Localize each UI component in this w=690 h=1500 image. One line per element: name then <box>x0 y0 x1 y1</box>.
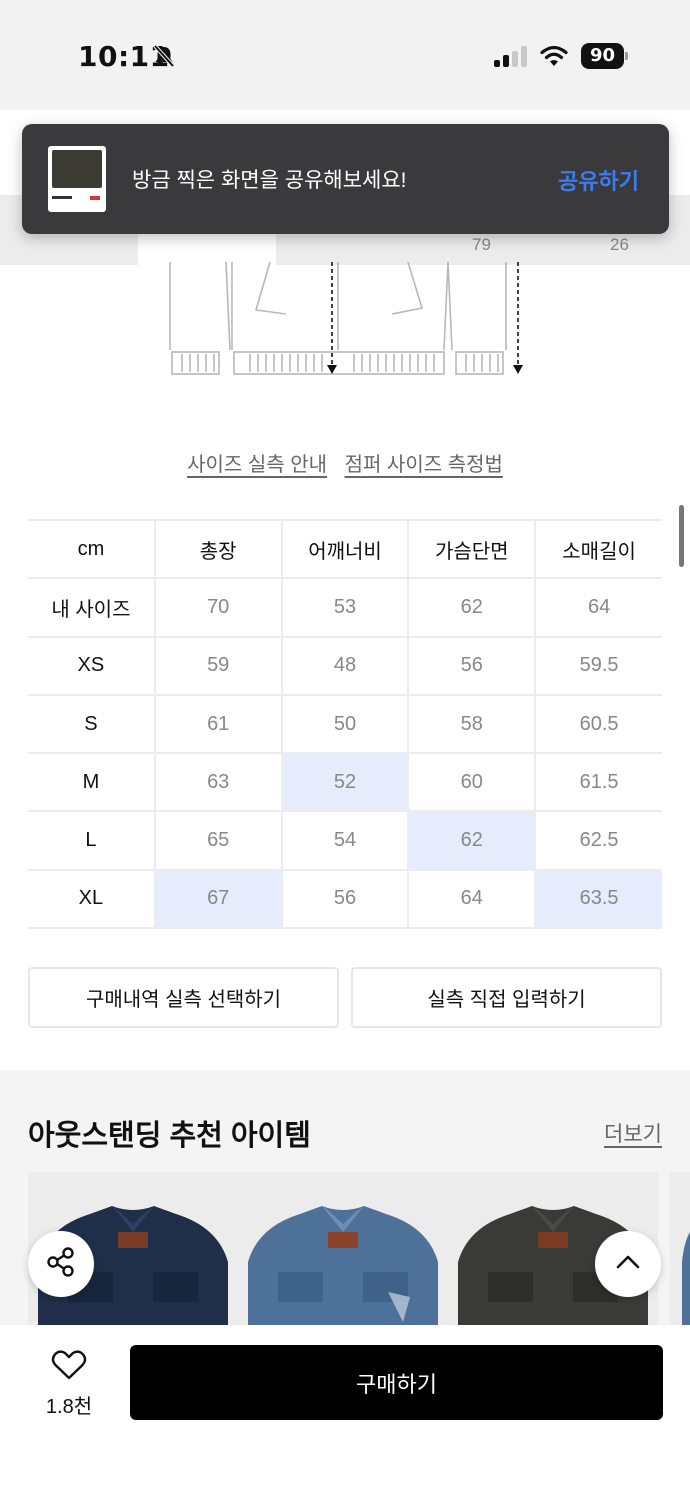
screenshot-share-toast: 방금 찍은 화면을 공유해보세요! 공유하기 <box>22 124 669 234</box>
size-table-header-row: cm 총장 어깨너비 가슴단면 소매길이 <box>28 518 662 580</box>
product-card[interactable] <box>238 1172 448 1332</box>
purchase-history-measure-button[interactable]: 구매내역 실측 선택하기 <box>28 967 339 1028</box>
size-row-label: 내 사이즈 <box>28 577 155 638</box>
product-image <box>670 1172 690 1332</box>
heart-icon <box>51 1350 87 1385</box>
size-row-label: M <box>28 752 155 813</box>
size-cell: 61 <box>153 693 282 755</box>
chevron-up-icon <box>614 1252 642 1277</box>
manual-measure-input-button[interactable]: 실측 직접 입력하기 <box>351 967 662 1028</box>
size-guide-links: 사이즈 실측 안내 점퍼 사이즈 측정법 <box>0 448 690 477</box>
size-table-header: 총장 <box>153 518 282 580</box>
size-cell: 64 <box>407 868 536 930</box>
size-table-header: 어깨너비 <box>280 518 409 580</box>
size-cell: 61.5 <box>534 752 662 813</box>
share-icon <box>44 1245 78 1284</box>
product-card[interactable] <box>670 1172 690 1332</box>
jacket-measure-diagram <box>160 261 540 387</box>
size-table-header: 가슴단면 <box>407 518 536 580</box>
status-bar: 10:11 90 <box>0 0 690 110</box>
like-button[interactable]: 1.8천 <box>36 1349 102 1419</box>
tab-strip-value: 79 <box>472 235 491 254</box>
size-cell: 60.5 <box>534 693 662 755</box>
size-cell: 59.5 <box>534 635 662 696</box>
size-cell: 62 <box>407 577 536 638</box>
size-table-row: XS 59 48 56 59.5 <box>28 635 662 696</box>
size-row-label: XS <box>28 635 155 696</box>
size-table-row: S 61 50 58 60.5 <box>28 693 662 755</box>
size-cell: 53 <box>280 577 409 638</box>
size-cell: 56 <box>280 868 409 930</box>
size-cell: 54 <box>280 810 409 871</box>
size-cell: 50 <box>280 693 409 755</box>
recommend-more-link[interactable]: 더보기 <box>604 1118 662 1148</box>
signal-icon <box>494 46 528 73</box>
size-cell: 58 <box>407 693 536 755</box>
like-count: 1.8천 <box>45 1396 93 1418</box>
scroll-indicator <box>679 505 684 567</box>
recommend-title: 아웃스탠딩 추천 아이템 <box>28 1120 311 1152</box>
size-table-header: 소매길이 <box>534 518 662 580</box>
toast-message: 방금 찍은 화면을 공유해보세요! <box>132 169 407 192</box>
size-cell: 65 <box>153 810 282 871</box>
battery-icon: 90 <box>581 43 629 69</box>
size-row-label: S <box>28 693 155 755</box>
size-cell: 60 <box>407 752 536 813</box>
size-table-row: L 65 54 62 62.5 <box>28 810 662 871</box>
size-cell: 56 <box>407 635 536 696</box>
size-cell-highlighted: 67 <box>153 868 282 930</box>
bell-slash-icon <box>152 44 176 75</box>
bottom-purchase-bar: 1.8천 구매하기 <box>0 1325 690 1500</box>
scroll-top-button[interactable] <box>595 1231 661 1297</box>
buy-button[interactable]: 구매하기 <box>130 1345 663 1420</box>
size-measure-guide-link[interactable]: 사이즈 실측 안내 <box>187 454 327 476</box>
share-button[interactable] <box>28 1231 94 1297</box>
product-image <box>238 1172 448 1332</box>
size-cell: 63 <box>153 752 282 813</box>
size-row-label: XL <box>28 868 155 930</box>
size-row-label: L <box>28 810 155 871</box>
size-table: cm 총장 어깨너비 가슴단면 소매길이 내 사이즈 70 53 62 64 X… <box>28 518 662 930</box>
screenshot-thumbnail <box>48 146 106 212</box>
tab-strip-value: 26 <box>610 235 629 254</box>
wifi-icon <box>539 44 569 73</box>
size-cell: 48 <box>280 635 409 696</box>
size-table-row: 내 사이즈 70 53 62 64 <box>28 577 662 638</box>
size-cell: 62.5 <box>534 810 662 871</box>
size-cell: 59 <box>153 635 282 696</box>
size-cell-highlighted: 52 <box>280 752 409 813</box>
size-cell-highlighted: 63.5 <box>534 868 662 930</box>
size-cell-highlighted: 62 <box>407 810 536 871</box>
jumper-measure-method-link[interactable]: 점퍼 사이즈 측정법 <box>345 454 503 476</box>
size-table-row: XL 67 56 64 63.5 <box>28 868 662 930</box>
size-cell: 64 <box>534 577 662 638</box>
toast-share-button[interactable]: 공유하기 <box>558 164 639 196</box>
size-cell: 70 <box>153 577 282 638</box>
battery-level: 90 <box>581 43 624 69</box>
size-table-row: M 63 52 60 61.5 <box>28 752 662 813</box>
size-table-header: cm <box>28 518 155 580</box>
